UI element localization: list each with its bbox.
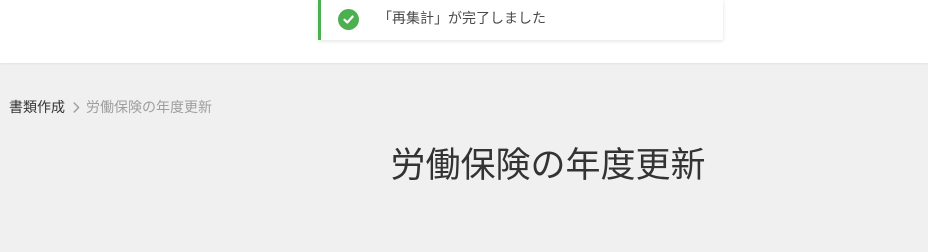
success-toast: 「再集計」が完了しました <box>318 0 723 40</box>
breadcrumb-current: 労働保険の年度更新 <box>86 100 212 116</box>
breadcrumb: 書類作成 労働保険の年度更新 <box>9 96 212 118</box>
chevron-right-icon <box>73 101 80 113</box>
breadcrumb-link-documents[interactable]: 書類作成 <box>9 97 65 117</box>
page-title: 労働保険の年度更新 <box>390 146 706 186</box>
check-circle-icon <box>338 9 359 30</box>
toast-message: 「再集計」が完了しました <box>378 11 546 27</box>
